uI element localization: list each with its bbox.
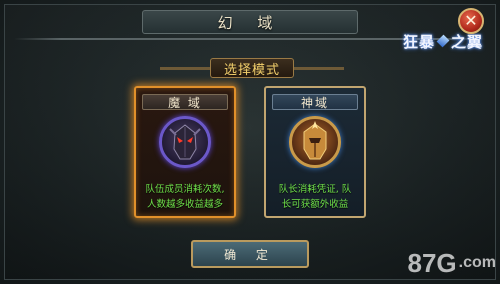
mode-card-description: 队长消耗凭证, 队 长可获额外收益: [270, 182, 360, 212]
watermark-main: 87G: [407, 247, 457, 278]
site-watermark: 87G .com: [356, 247, 497, 278]
mode-rail-left: [160, 67, 210, 70]
mode-card-desc-line: 队伍成员消耗次数,: [145, 184, 225, 195]
dark-knight-portrait-icon: [159, 116, 211, 168]
logo-text-mid: 暴: [418, 32, 435, 51]
mode-card-desc-line: 长可获额外收益: [281, 199, 349, 210]
confirm-button[interactable]: 确 定: [191, 240, 309, 268]
logo-gem-icon: [436, 34, 450, 48]
close-button[interactable]: ✕: [458, 8, 484, 34]
logo-text-left: 狂: [402, 32, 419, 51]
mode-card-shen[interactable]: 神域 队长消耗凭证, 队 长可获额外收益: [264, 86, 366, 218]
mode-rail-right: [294, 67, 344, 70]
game-logo: 狂 暴 之翼: [394, 30, 492, 52]
watermark-suffix: .com: [458, 254, 496, 271]
mode-card-title: 魔 域: [142, 94, 228, 110]
dialog-title: 幻 域: [142, 10, 358, 34]
mode-card-description: 队伍成员消耗次数, 人数越多收益越多: [140, 182, 230, 212]
mode-card-title: 神域: [272, 94, 358, 110]
mode-card-desc-line: 队长消耗凭证, 队: [278, 184, 352, 195]
close-icon: ✕: [464, 11, 478, 30]
mode-card-mo[interactable]: 魔 域 队伍成员消耗次数, 人数越多收益越多: [134, 86, 236, 218]
mode-select-label: 选择模式: [210, 58, 294, 78]
mode-card-desc-line: 人数越多收益越多: [146, 199, 223, 210]
golden-knight-portrait-icon: [289, 116, 341, 168]
